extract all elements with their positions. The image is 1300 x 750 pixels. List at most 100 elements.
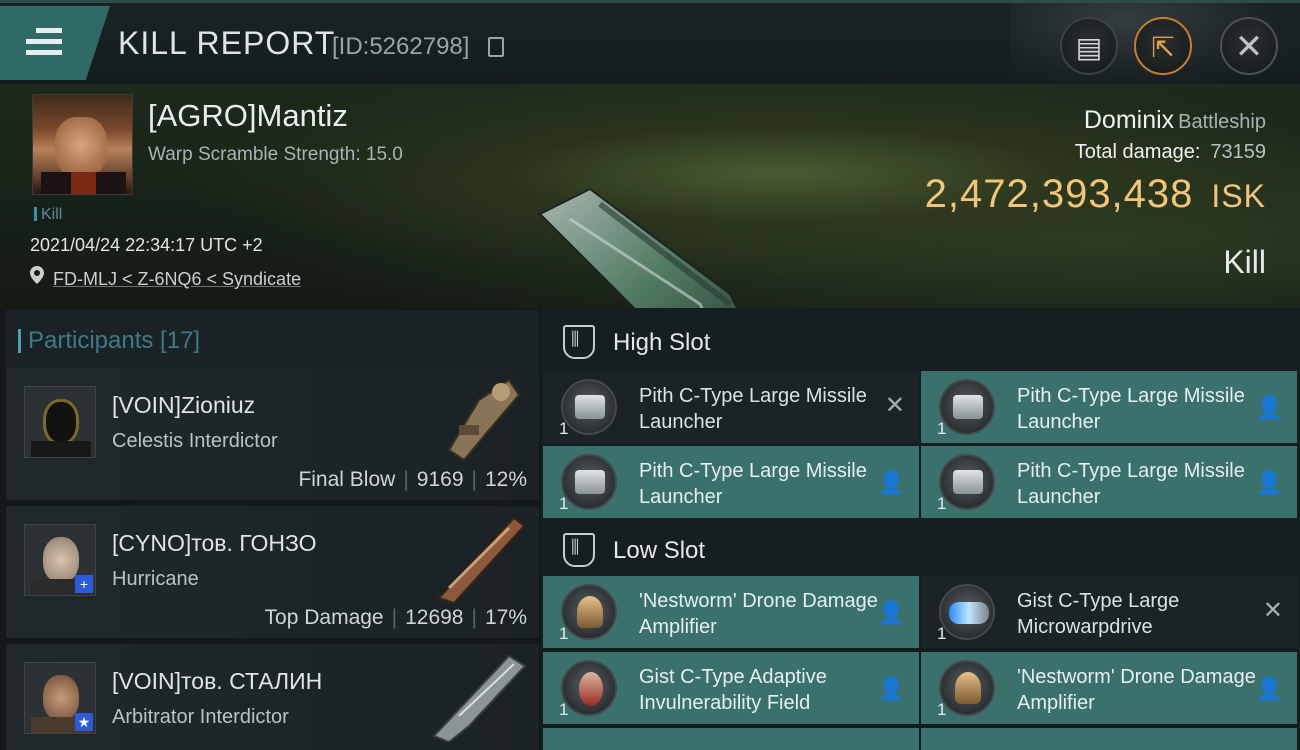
participant-stats: Top Damage | 12698 | 17%: [264, 606, 527, 629]
location-pin-icon: [30, 266, 44, 284]
module-item[interactable]: 1 Gist C-Type Adaptive Invulnerability F…: [543, 652, 919, 724]
module-quantity: 1: [559, 700, 569, 719]
participant-avatar: ★: [24, 662, 96, 734]
module-quantity: 1: [559, 624, 569, 643]
module-name: Pith C-Type Large Missile Launcher: [1017, 385, 1245, 433]
star-badge-icon: ★: [75, 713, 93, 731]
warp-scramble-strength: Warp Scramble Strength: 15.0: [148, 144, 403, 165]
participant-ship: Celestis Interdictor: [112, 430, 278, 452]
plus-badge-icon: +: [75, 575, 93, 593]
close-button[interactable]: ✕: [1220, 17, 1278, 75]
dropped-person-icon: 👤: [1255, 470, 1283, 495]
kill-datetime: 2021/04/24 22:34:17 UTC +2: [30, 235, 263, 255]
dropped-person-icon: 👤: [1255, 395, 1283, 420]
low-slot-title: Low Slot: [613, 537, 706, 564]
module-quantity: 1: [937, 700, 947, 719]
module-quantity: 1: [937, 419, 947, 438]
participant-avatar: +: [24, 524, 96, 596]
module-item[interactable]: 1 'Nestworm' Drone Damage Amplifier 👤: [543, 576, 919, 648]
victim-name[interactable]: [AGRO]Mantiz: [148, 98, 348, 134]
victim-portrait[interactable]: [32, 94, 133, 195]
participant-stats: Final Blow | 9169 | 12%: [298, 468, 527, 491]
module-name: Pith C-Type Large Missile Launcher: [639, 460, 867, 508]
participant-name: [CYNO]тов. ГОНЗО: [112, 530, 317, 556]
high-slot-header: High Slot: [541, 310, 1300, 372]
share-button[interactable]: ⇱: [1134, 17, 1192, 75]
clipboard-icon: ▤: [1075, 32, 1103, 63]
participant-name: [VOIN]тов. СТАЛИН: [112, 668, 323, 694]
module-item[interactable]: [543, 728, 919, 750]
participant-percent: 12%: [484, 468, 527, 491]
participants-header[interactable]: Participants [17]: [6, 310, 539, 370]
missile-launcher-icon: [939, 379, 995, 435]
missile-launcher-icon: [939, 454, 995, 510]
invulnerability-field-icon: [561, 660, 617, 716]
module-item[interactable]: 1 Pith C-Type Large Missile Launcher 👤: [921, 371, 1297, 443]
isk-value: 2,472,393,438 ISK: [925, 172, 1266, 217]
dropped-person-icon: 👤: [877, 470, 905, 495]
module-item[interactable]: 1 Pith C-Type Large Missile Launcher 👤: [921, 446, 1297, 518]
module-quantity: 1: [937, 624, 947, 643]
module-name: Gist C-Type Adaptive Invulnerability Fie…: [639, 666, 827, 714]
high-slot-title: High Slot: [613, 329, 711, 356]
total-damage: Total damage: 73159: [1075, 141, 1266, 164]
ship-name-text[interactable]: Dominix: [1084, 106, 1174, 134]
kill-id: [ID:5262798]: [332, 33, 470, 60]
participant-ship-image: [432, 654, 527, 742]
page-title: KILL REPORT: [118, 25, 336, 61]
victim-banner: [AGRO]Mantiz Warp Scramble Strength: 15.…: [0, 84, 1300, 376]
notes-button[interactable]: ▤: [1060, 17, 1118, 75]
participant-row[interactable]: [VOIN]Zioniuz Celestis Interdictor Final…: [6, 368, 539, 502]
top-bar: KILL REPORT [ID:5262798] ▤ ⇱ ✕: [0, 0, 1300, 87]
location-link[interactable]: FD-MLJ < Z-6NQ6 < Syndicate: [53, 269, 301, 290]
participant-ship-image: [447, 378, 521, 462]
participant-row[interactable]: ★ [VOIN]тов. СТАЛИН Arbitrator Interdict…: [6, 644, 539, 750]
participant-damage: 9169: [416, 468, 464, 491]
dropped-person-icon: 👤: [877, 676, 905, 701]
destroyed-icon: ✕: [1262, 597, 1283, 624]
module-name: Gist C-Type Large Microwarpdrive: [1017, 590, 1180, 638]
participant-ship: Arbitrator Interdictor: [112, 706, 289, 728]
share-icon: ⇱: [1151, 32, 1175, 63]
module-item[interactable]: 1 Pith C-Type Large Missile Launcher 👤: [543, 446, 919, 518]
module-quantity: 1: [559, 494, 569, 513]
participant-ship-image: [437, 516, 526, 604]
total-damage-label: Total damage:: [1074, 141, 1201, 163]
participant-ship: Hurricane: [112, 568, 199, 590]
copy-id-icon[interactable]: [488, 37, 504, 57]
module-item[interactable]: 1 Pith C-Type Large Missile Launcher ✕: [543, 371, 919, 443]
kill-tag: Kill: [34, 206, 62, 224]
microwarpdrive-icon: [939, 584, 995, 640]
participant-row[interactable]: + [CYNO]тов. ГОНЗО Hurricane Top Damage |…: [6, 506, 539, 640]
high-slot-icon: [563, 325, 595, 359]
fitting-panel: High Slot 1 Pith C-Type Large Missile La…: [541, 308, 1300, 750]
participant-percent: 17%: [484, 606, 527, 629]
module-item[interactable]: 1 'Nestworm' Drone Damage Amplifier 👤: [921, 652, 1297, 724]
participants-panel: Participants [17] [VOIN]Zioniuz Celestis…: [0, 308, 541, 750]
dropped-person-icon: 👤: [877, 600, 905, 625]
close-icon: ✕: [1234, 28, 1264, 66]
total-damage-value: 73159: [1210, 141, 1266, 163]
module-name: Pith C-Type Large Missile Launcher: [1017, 460, 1245, 508]
participant-damage: 12698: [405, 606, 464, 629]
missile-launcher-icon: [561, 454, 617, 510]
participant-role: Top Damage: [264, 606, 384, 629]
participant-name: [VOIN]Zioniuz: [112, 392, 256, 418]
module-item[interactable]: 1 Gist C-Type Large Microwarpdrive ✕: [921, 576, 1297, 648]
hamburger-menu-icon: [26, 28, 62, 58]
low-slot-icon: [563, 533, 595, 567]
drone-damage-amplifier-icon: [561, 584, 617, 640]
victim-ship-name: Dominix Battleship: [1084, 106, 1266, 135]
isk-unit: ISK: [1211, 178, 1266, 214]
menu-button[interactable]: [0, 6, 110, 80]
drone-damage-amplifier-icon: [939, 660, 995, 716]
module-quantity: 1: [937, 494, 947, 513]
module-item[interactable]: [921, 728, 1297, 750]
participant-role: Final Blow: [298, 468, 396, 491]
module-name: 'Nestworm' Drone Damage Amplifier: [639, 590, 878, 638]
participant-avatar: [24, 386, 96, 458]
participants-title: Participants [17]: [17, 327, 201, 354]
missile-launcher-icon: [561, 379, 617, 435]
dropped-person-icon: 👤: [1255, 676, 1283, 701]
kill-result: Kill: [1223, 244, 1266, 280]
